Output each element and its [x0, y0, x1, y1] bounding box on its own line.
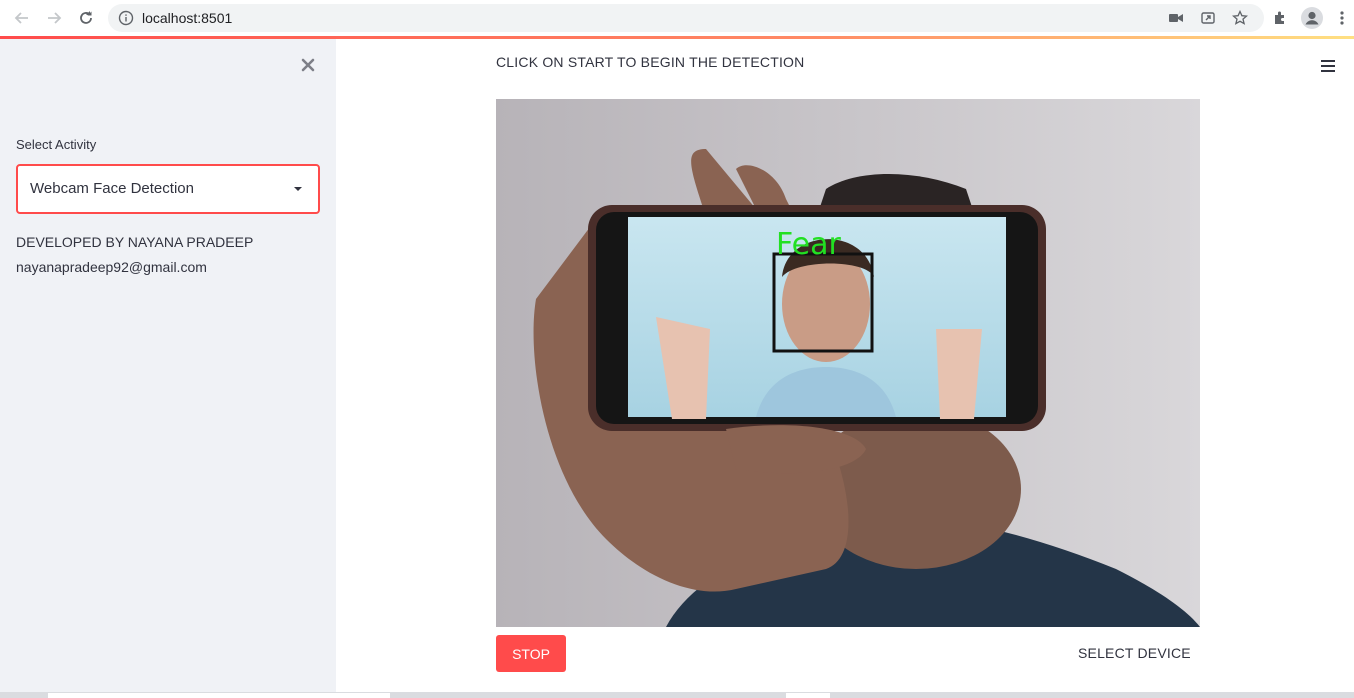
- activity-select[interactable]: Webcam Face Detection: [16, 164, 320, 214]
- stop-button[interactable]: STOP: [496, 635, 566, 672]
- hamburger-menu-icon[interactable]: [1320, 56, 1340, 76]
- select-activity-label: Select Activity: [16, 137, 97, 152]
- bookmark-star-icon[interactable]: [1230, 8, 1250, 28]
- webcam-video-feed: Fear: [496, 99, 1200, 627]
- activity-select-value: Webcam Face Detection: [30, 180, 194, 197]
- back-icon[interactable]: [12, 8, 32, 28]
- browser-menu-icon[interactable]: [1336, 8, 1348, 28]
- reload-icon[interactable]: [76, 8, 96, 28]
- camera-icon[interactable]: [1166, 8, 1186, 28]
- close-sidebar-icon[interactable]: [298, 55, 318, 75]
- developer-credit: DEVELOPED BY NAYANA PRADEEP: [16, 234, 254, 250]
- profile-avatar-icon[interactable]: [1300, 6, 1324, 30]
- webcam-frame-illustration: Fear: [496, 99, 1200, 627]
- browser-toolbar: localhost:8501: [0, 0, 1354, 36]
- caret-down-icon: [294, 187, 302, 191]
- site-info-icon[interactable]: [118, 10, 134, 26]
- select-device-button[interactable]: SELECT DEVICE: [1078, 645, 1191, 661]
- scrollbar-thumb-secondary[interactable]: [786, 693, 830, 698]
- address-bar[interactable]: localhost:8501: [108, 4, 1264, 32]
- page-instruction: CLICK ON START TO BEGIN THE DETECTION: [496, 54, 805, 70]
- share-icon[interactable]: [1198, 8, 1218, 28]
- detected-emotion-label: Fear: [776, 227, 841, 262]
- url-text: localhost:8501: [142, 10, 233, 26]
- sidebar: Select Activity Webcam Face Detection DE…: [0, 39, 336, 698]
- extensions-icon[interactable]: [1270, 8, 1290, 28]
- forward-icon[interactable]: [44, 8, 64, 28]
- scrollbar-thumb[interactable]: [48, 693, 390, 698]
- developer-email: nayanapradeep92@gmail.com: [16, 259, 207, 275]
